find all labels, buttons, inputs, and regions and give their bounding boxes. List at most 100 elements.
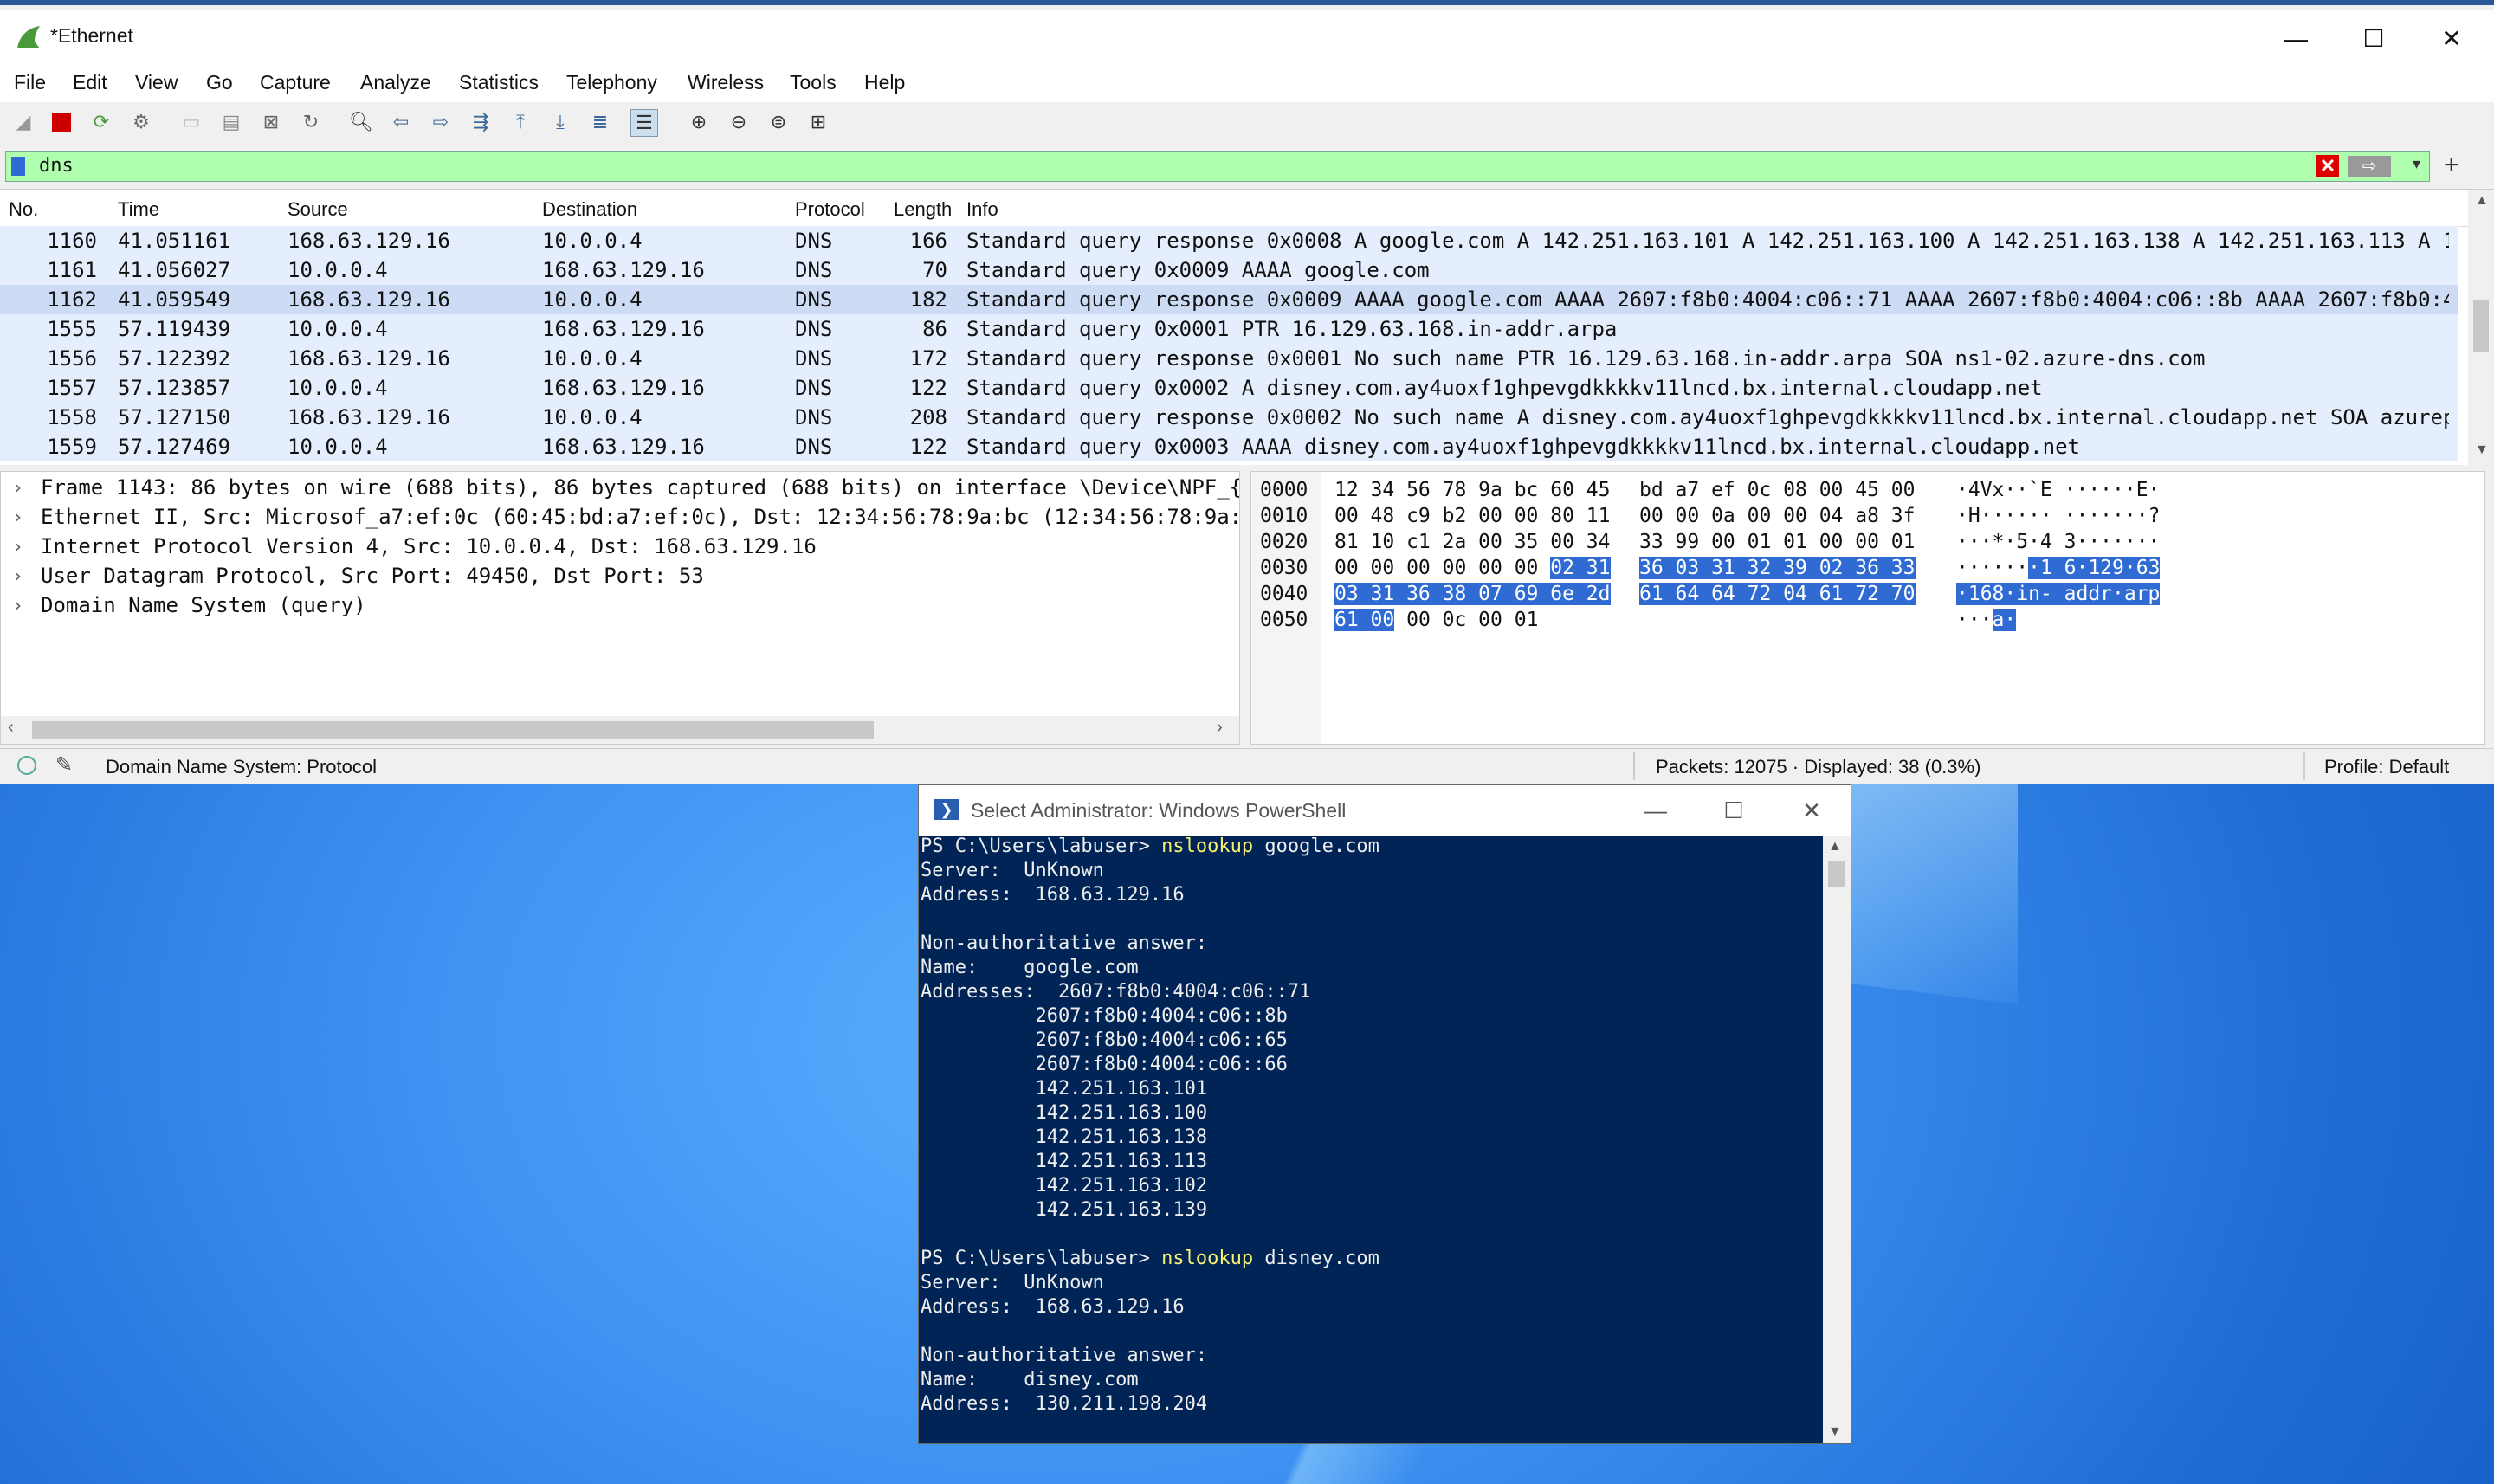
hex-ascii-segment: a· <box>1992 609 2017 631</box>
reload-file-icon[interactable]: ↻ <box>298 109 324 135</box>
save-file-icon[interactable]: ▤ <box>218 109 244 135</box>
zoom-in-icon[interactable]: ⊕ <box>686 109 712 135</box>
menu-wireless[interactable]: Wireless <box>688 71 764 94</box>
go-forward-icon[interactable]: ⇨ <box>428 109 454 135</box>
menu-file[interactable]: File <box>14 71 46 94</box>
packet-list-scrollbar[interactable]: ▲ ▼ <box>2468 190 2494 465</box>
go-to-packet-icon[interactable]: ⇶ <box>468 109 494 135</box>
close-button[interactable]: ✕ <box>1773 790 1851 830</box>
column-time[interactable]: Time <box>118 198 159 221</box>
find-packet-icon[interactable]: 🔍︎ <box>348 109 374 135</box>
packet-cell-dst: 10.0.0.4 <box>542 405 643 429</box>
minimize-button[interactable]: — <box>1617 790 1695 830</box>
menu-view[interactable]: View <box>135 71 178 94</box>
scrollbar-thumb[interactable] <box>32 721 874 739</box>
close-button[interactable]: ✕ <box>2413 17 2491 61</box>
normal-size-icon[interactable]: ⊜ <box>766 109 791 135</box>
apply-filter-icon[interactable]: ⇨ <box>2348 156 2391 177</box>
menu-go[interactable]: Go <box>206 71 233 94</box>
packet-row[interactable]: 1558 57.127150 168.63.129.16 10.0.0.4 DNS 208… <box>0 403 2458 432</box>
display-filter-bar[interactable]: dns ✕ ⇨ ▾ <box>5 151 2430 182</box>
packet-cell-info: Standard query response 0x0001 No such n… <box>966 346 2206 371</box>
detail-row-frame[interactable]: › Frame 1143: 86 bytes on wire (688 bits)… <box>1 474 1239 503</box>
scroll-down-icon[interactable]: ▼ <box>1828 1424 1842 1440</box>
hex-ascii: ·······1 6·129·63 <box>1956 557 2161 583</box>
auto-scroll-icon[interactable]: ≣ <box>587 109 613 135</box>
console-output-line: Addresses: 2607:f8b0:4004:c06::71 <box>921 981 1311 1003</box>
scrollbar-thumb[interactable] <box>2473 300 2489 352</box>
packet-row[interactable]: 1559 57.127469 10.0.0.4 168.63.129.16 DNS 122… <box>0 432 2458 461</box>
packet-cell-info: Standard query 0x0009 AAAA google.com <box>966 258 1430 282</box>
scrollbar-thumb[interactable] <box>1828 861 1845 887</box>
expert-info-icon[interactable] <box>17 756 36 775</box>
scroll-down-icon[interactable]: ▼ <box>2475 442 2489 458</box>
go-back-icon[interactable]: ⇦ <box>388 109 414 135</box>
menu-capture[interactable]: Capture <box>260 71 331 94</box>
expand-chevron-icon[interactable]: › <box>11 593 23 617</box>
packet-cell-proto: DNS <box>795 435 833 459</box>
console-prompt: PS C:\Users\labuser> <box>921 836 1162 857</box>
resize-columns-icon[interactable]: ⊞ <box>805 109 831 135</box>
detail-row-dns[interactable]: › Domain Name System (query) <box>1 591 1239 621</box>
menu-tools[interactable]: Tools <box>790 71 837 94</box>
clear-filter-icon[interactable]: ✕ <box>2316 155 2339 177</box>
colorize-icon[interactable]: ☰ <box>630 109 658 137</box>
first-packet-icon[interactable]: ⤒ <box>507 109 533 135</box>
packet-row[interactable]: 1557 57.123857 10.0.0.4 168.63.129.16 DNS 122… <box>0 373 2458 403</box>
open-file-icon[interactable]: ▭ <box>178 109 204 135</box>
column-no[interactable]: No. <box>9 198 38 221</box>
detail-row-ethernet[interactable]: › Ethernet II, Src: Microsof_a7:ef:0c (60… <box>1 503 1239 532</box>
detail-row-ipv4[interactable]: › Internet Protocol Version 4, Src: 10.0.… <box>1 532 1239 562</box>
column-destination[interactable]: Destination <box>542 198 637 221</box>
status-profile[interactable]: Profile: Default <box>2324 756 2449 778</box>
add-filter-button[interactable]: + <box>2444 151 2459 180</box>
hex-bytes-left: 00 48 c9 b2 00 00 80 11 <box>1334 505 1611 531</box>
menu-telephony[interactable]: Telephony <box>566 71 657 94</box>
packet-cell-src: 168.63.129.16 <box>288 405 450 429</box>
scroll-up-icon[interactable]: ▲ <box>1828 839 1842 855</box>
start-capture-icon[interactable]: ◢ <box>10 109 36 135</box>
filter-history-dropdown[interactable]: ▾ <box>2413 155 2420 173</box>
expand-chevron-icon[interactable]: › <box>11 475 23 500</box>
maximize-button[interactable]: ☐ <box>1695 790 1773 830</box>
close-file-icon[interactable]: ⊠ <box>258 109 284 135</box>
column-length[interactable]: Length <box>894 198 952 221</box>
column-source[interactable]: Source <box>288 198 348 221</box>
column-protocol[interactable]: Protocol <box>795 198 865 221</box>
packet-row[interactable]: 1161 41.056027 10.0.0.4 168.63.129.16 DNS 70 S… <box>0 255 2458 285</box>
scroll-left-icon[interactable]: ‹ <box>8 718 14 738</box>
packet-cell-time: 41.051161 <box>118 229 231 253</box>
stop-capture-icon[interactable] <box>48 109 74 135</box>
menu-help[interactable]: Help <box>864 71 905 94</box>
detail-row-udp[interactable]: › User Datagram Protocol, Src Port: 49450… <box>1 562 1239 591</box>
packet-row[interactable]: 1160 41.051161 168.63.129.16 10.0.0.4 DNS 166… <box>0 226 2458 255</box>
minimize-button[interactable]: — <box>2257 17 2335 61</box>
powershell-console[interactable]: PS C:\Users\labuser> nslookup google.com… <box>919 836 1823 1443</box>
details-horizontal-scrollbar[interactable]: ‹ › <box>1 716 1239 744</box>
packet-cell-src: 10.0.0.4 <box>288 376 388 400</box>
display-filter-input[interactable]: dns <box>39 155 74 177</box>
menu-statistics[interactable]: Statistics <box>459 71 539 94</box>
scroll-up-icon[interactable]: ▲ <box>2475 193 2489 209</box>
last-packet-icon[interactable]: ⤓ <box>547 109 573 135</box>
expand-chevron-icon[interactable]: › <box>11 564 23 588</box>
scroll-right-icon[interactable]: › <box>1217 718 1223 738</box>
column-info[interactable]: Info <box>966 198 998 221</box>
maximize-button[interactable]: ☐ <box>2335 17 2413 61</box>
expand-chevron-icon[interactable]: › <box>11 505 23 529</box>
packet-cell-dst: 168.63.129.16 <box>542 435 705 459</box>
console-scrollbar[interactable]: ▲ ▼ <box>1823 836 1851 1443</box>
capture-options-icon[interactable]: ⚙ <box>128 109 154 135</box>
expand-chevron-icon[interactable]: › <box>11 534 23 558</box>
console-output-line: Server: UnKnown <box>921 1272 1104 1294</box>
capture-comment-icon[interactable]: ✎ <box>55 752 73 777</box>
bookmark-icon[interactable] <box>11 157 25 176</box>
restart-capture-icon[interactable]: ⟳ <box>88 109 114 135</box>
packet-row[interactable]: 1555 57.119439 10.0.0.4 168.63.129.16 DNS 86 S… <box>0 314 2458 344</box>
hex-bytes-right-segment: 61 64 64 72 04 61 72 70 <box>1639 583 1916 605</box>
menu-edit[interactable]: Edit <box>73 71 107 94</box>
packet-row[interactable]: 1162 41.059549 168.63.129.16 10.0.0.4 DNS 182… <box>0 285 2458 314</box>
zoom-out-icon[interactable]: ⊖ <box>726 109 752 135</box>
packet-row[interactable]: 1556 57.122392 168.63.129.16 10.0.0.4 DNS 172… <box>0 344 2458 373</box>
menu-analyze[interactable]: Analyze <box>360 71 431 94</box>
